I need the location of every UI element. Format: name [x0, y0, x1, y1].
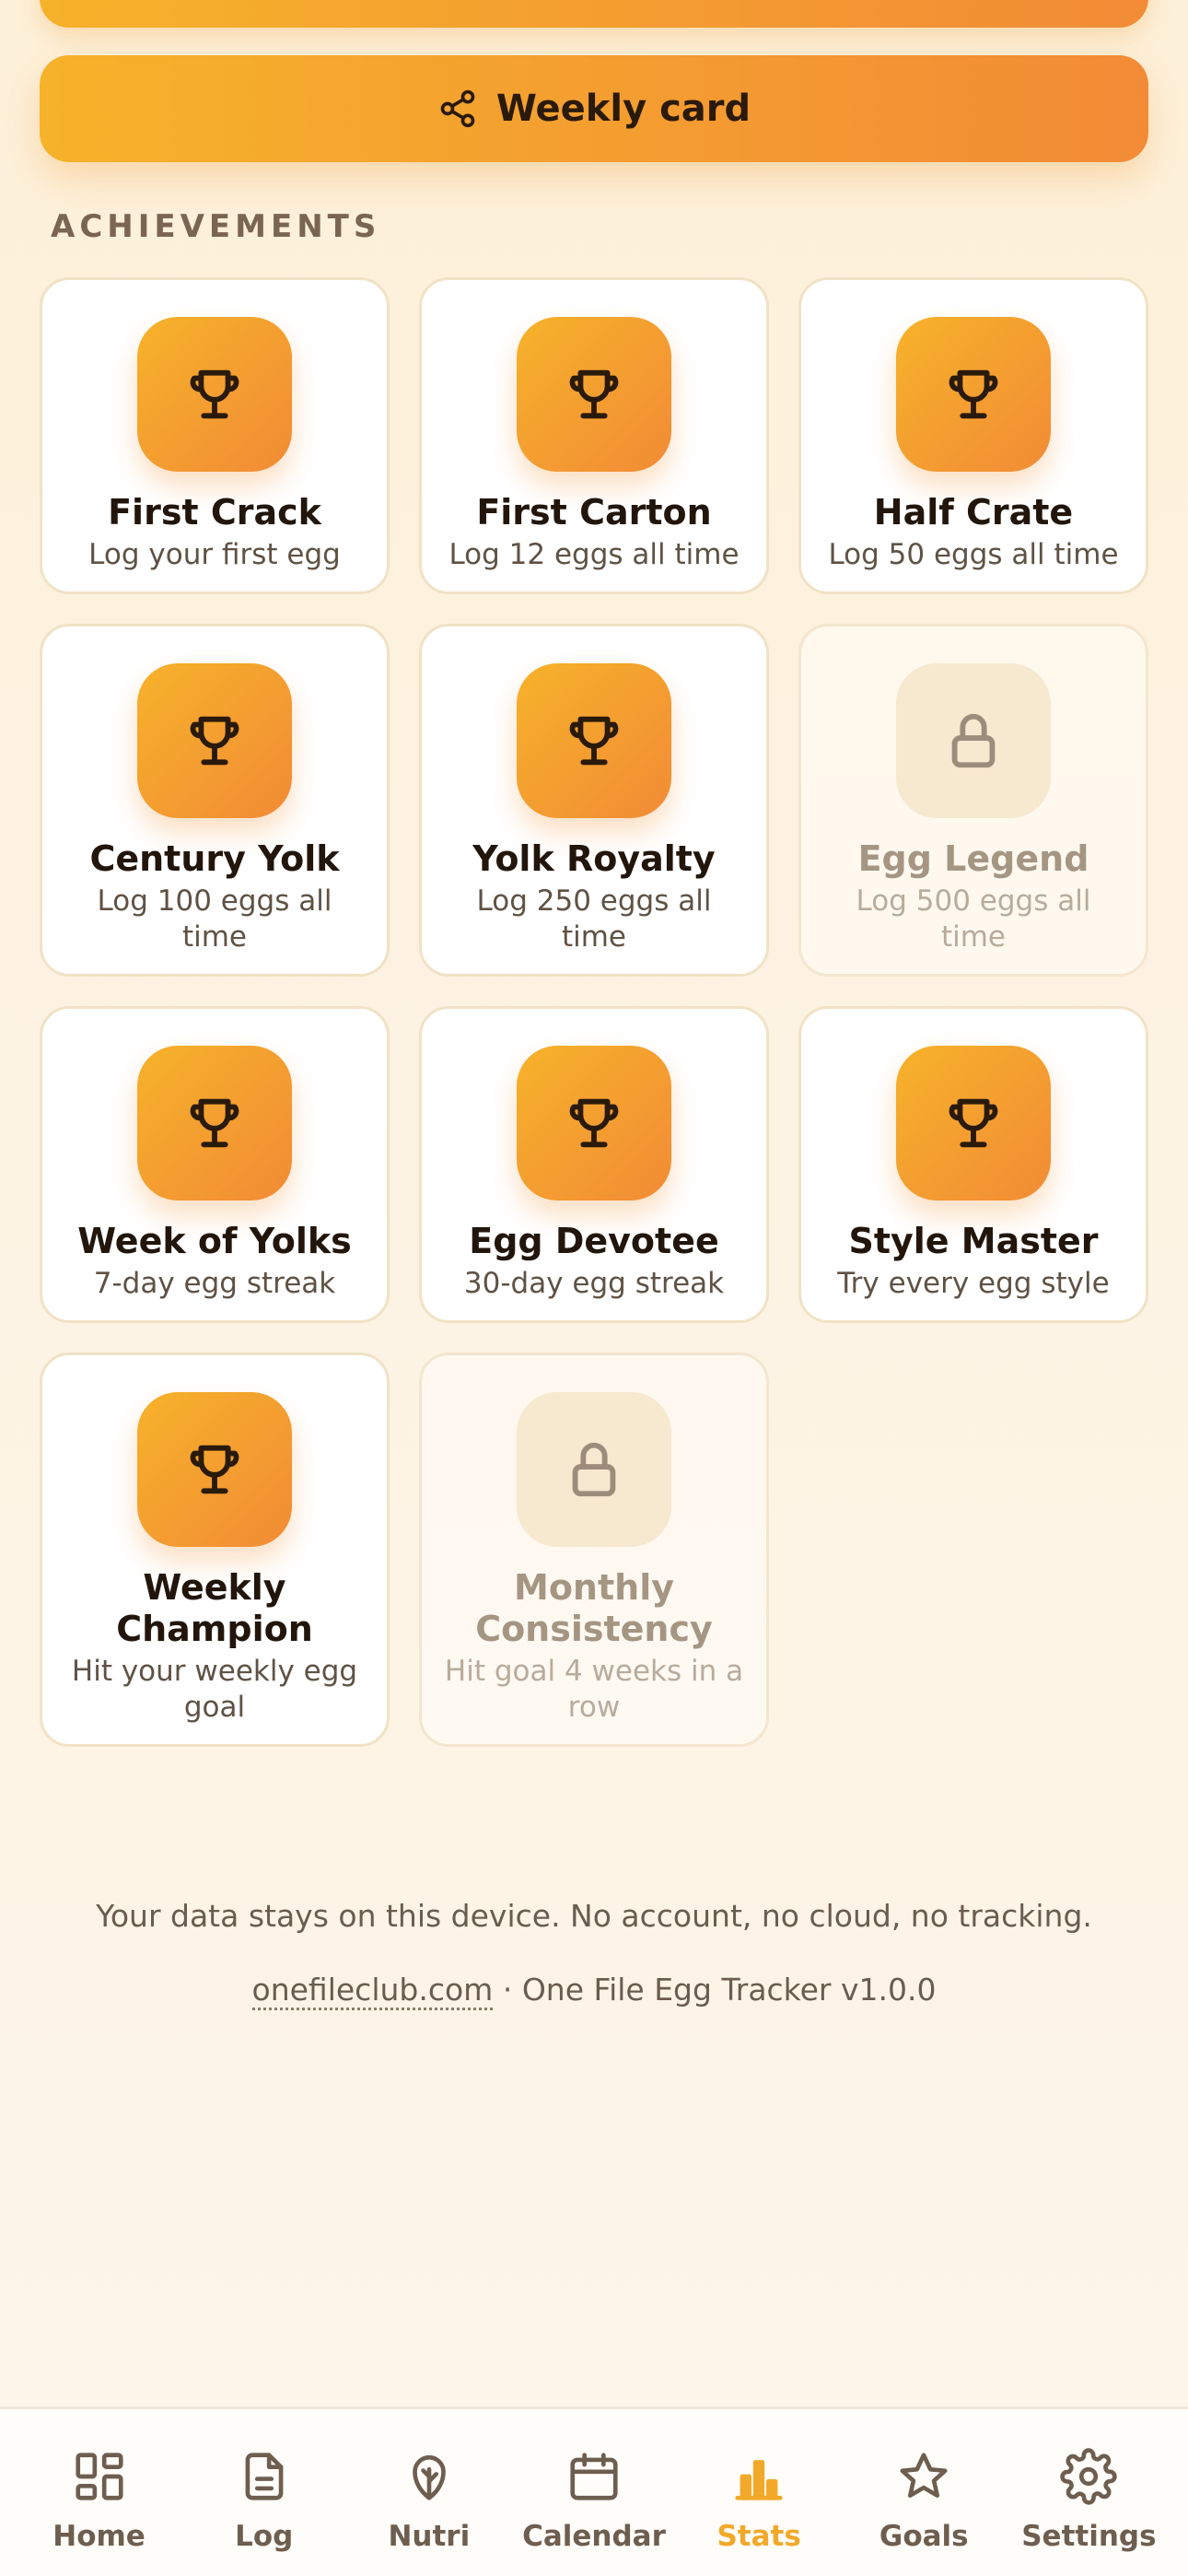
document-icon [236, 2448, 293, 2520]
weekly-card-button[interactable]: Weekly card [40, 55, 1148, 162]
tab-label: Log [235, 2520, 294, 2553]
trophy-icon [137, 1392, 292, 1547]
trophy-icon [137, 663, 292, 818]
website-link[interactable]: onefileclub.com [251, 1972, 494, 2010]
achievement-title: Egg Legend [857, 838, 1089, 879]
tab-log[interactable]: Log [186, 2409, 343, 2553]
footer-separator: · [493, 1972, 522, 2008]
achievement-title: First Carton [476, 492, 712, 533]
tab-label: Nutri [388, 2520, 471, 2553]
achievement-card[interactable]: Century Yolk Log 100 eggs all time [40, 624, 390, 977]
home-grid-icon [71, 2448, 128, 2520]
achievement-title: Half Crate [873, 492, 1074, 533]
achievement-description: Try every egg style [837, 1267, 1110, 1300]
achievement-description: Log your first egg [88, 538, 341, 571]
achievement-description: Log 50 eggs all time [828, 538, 1119, 571]
gear-icon [1060, 2448, 1118, 2520]
achievement-card[interactable]: Yolk Royalty Log 250 eggs all time [419, 624, 769, 977]
tab-label: Home [52, 2520, 146, 2553]
achievements-heading: ACHIEVEMENTS [51, 208, 381, 245]
achievement-card[interactable]: Weekly Champion Hit your weekly egg goal [40, 1352, 390, 1747]
tab-calendar[interactable]: Calendar [516, 2409, 672, 2553]
achievement-description: Log 12 eggs all time [448, 538, 740, 571]
achievement-description: Log 100 eggs all time [97, 884, 332, 954]
trophy-icon [137, 317, 292, 472]
tab-nutri[interactable]: Nutri [351, 2409, 507, 2553]
achievement-title: Week of Yolks [77, 1221, 352, 1261]
calendar-icon [565, 2448, 623, 2520]
tab-home[interactable]: Home [21, 2409, 178, 2553]
trophy-icon [517, 1046, 671, 1200]
footer-credits: onefileclub.com · One File Egg Tracker v… [0, 1972, 1188, 2010]
weekly-card-label: Weekly card [495, 88, 751, 130]
achievement-card[interactable]: Egg Devotee 30-day egg streak [419, 1006, 769, 1323]
bottom-tab-bar: Home Log Nutri Calendar Stats Goals Settings [0, 2406, 1188, 2576]
achievement-description: 30-day egg streak [463, 1267, 725, 1300]
achievement-description: 7-day egg streak [93, 1267, 336, 1300]
tab-label: Goals [879, 2520, 969, 2553]
lock-icon [896, 663, 1051, 818]
achievement-title: Yolk Royalty [472, 838, 716, 879]
app-version: One File Egg Tracker v1.0.0 [521, 1972, 937, 2008]
achievements-grid: First Crack Log your first egg First Carto… [40, 277, 1148, 1747]
achievement-card[interactable]: Week of Yolks 7-day egg streak [40, 1006, 390, 1323]
achievement-card[interactable]: Egg Legend Log 500 eggs all time [798, 624, 1148, 977]
achievement-card[interactable]: Monthly Consistency Hit goal 4 weeks in a… [419, 1352, 769, 1747]
achievement-title: First Crack [108, 492, 321, 533]
trophy-icon [517, 317, 671, 472]
tab-goals[interactable]: Goals [845, 2409, 1002, 2553]
achievement-title: Century Yolk [89, 838, 340, 879]
leaf-icon [401, 2448, 458, 2520]
trophy-icon [896, 1046, 1051, 1200]
achievement-title: Egg Devotee [469, 1221, 719, 1261]
achievement-title: Style Master [848, 1221, 1099, 1261]
bar-chart-icon [730, 2448, 787, 2520]
privacy-note: Your data stays on this device. No accou… [96, 1898, 1092, 1934]
lock-icon [517, 1392, 671, 1547]
achievement-description: Hit goal 4 weeks in a row [444, 1655, 744, 1724]
achievement-card[interactable]: Half Crate Log 50 eggs all time [798, 277, 1148, 594]
achievement-description: Log 500 eggs all time [856, 884, 1091, 954]
achievement-description: Hit your weekly egg goal [71, 1655, 358, 1724]
star-icon [895, 2448, 952, 2520]
achievement-description: Log 250 eggs all time [476, 884, 712, 954]
achievement-card[interactable]: First Crack Log your first egg [40, 277, 390, 594]
tab-label: Stats [716, 2520, 801, 2553]
trophy-icon [896, 317, 1051, 472]
top-summary-button[interactable] [40, 0, 1148, 28]
achievement-card[interactable]: Style Master Try every egg style [798, 1006, 1148, 1323]
trophy-icon [137, 1046, 292, 1200]
achievement-title: Monthly Consistency [475, 1567, 713, 1649]
tab-stats[interactable]: Stats [681, 2409, 837, 2553]
achievement-title: Weekly Champion [116, 1567, 313, 1649]
tab-label: Settings [1021, 2520, 1157, 2553]
tab-label: Calendar [522, 2520, 666, 2553]
trophy-icon [517, 663, 671, 818]
share-icon [440, 89, 475, 128]
achievement-card[interactable]: First Carton Log 12 eggs all time [419, 277, 769, 594]
tab-settings[interactable]: Settings [1010, 2409, 1167, 2553]
